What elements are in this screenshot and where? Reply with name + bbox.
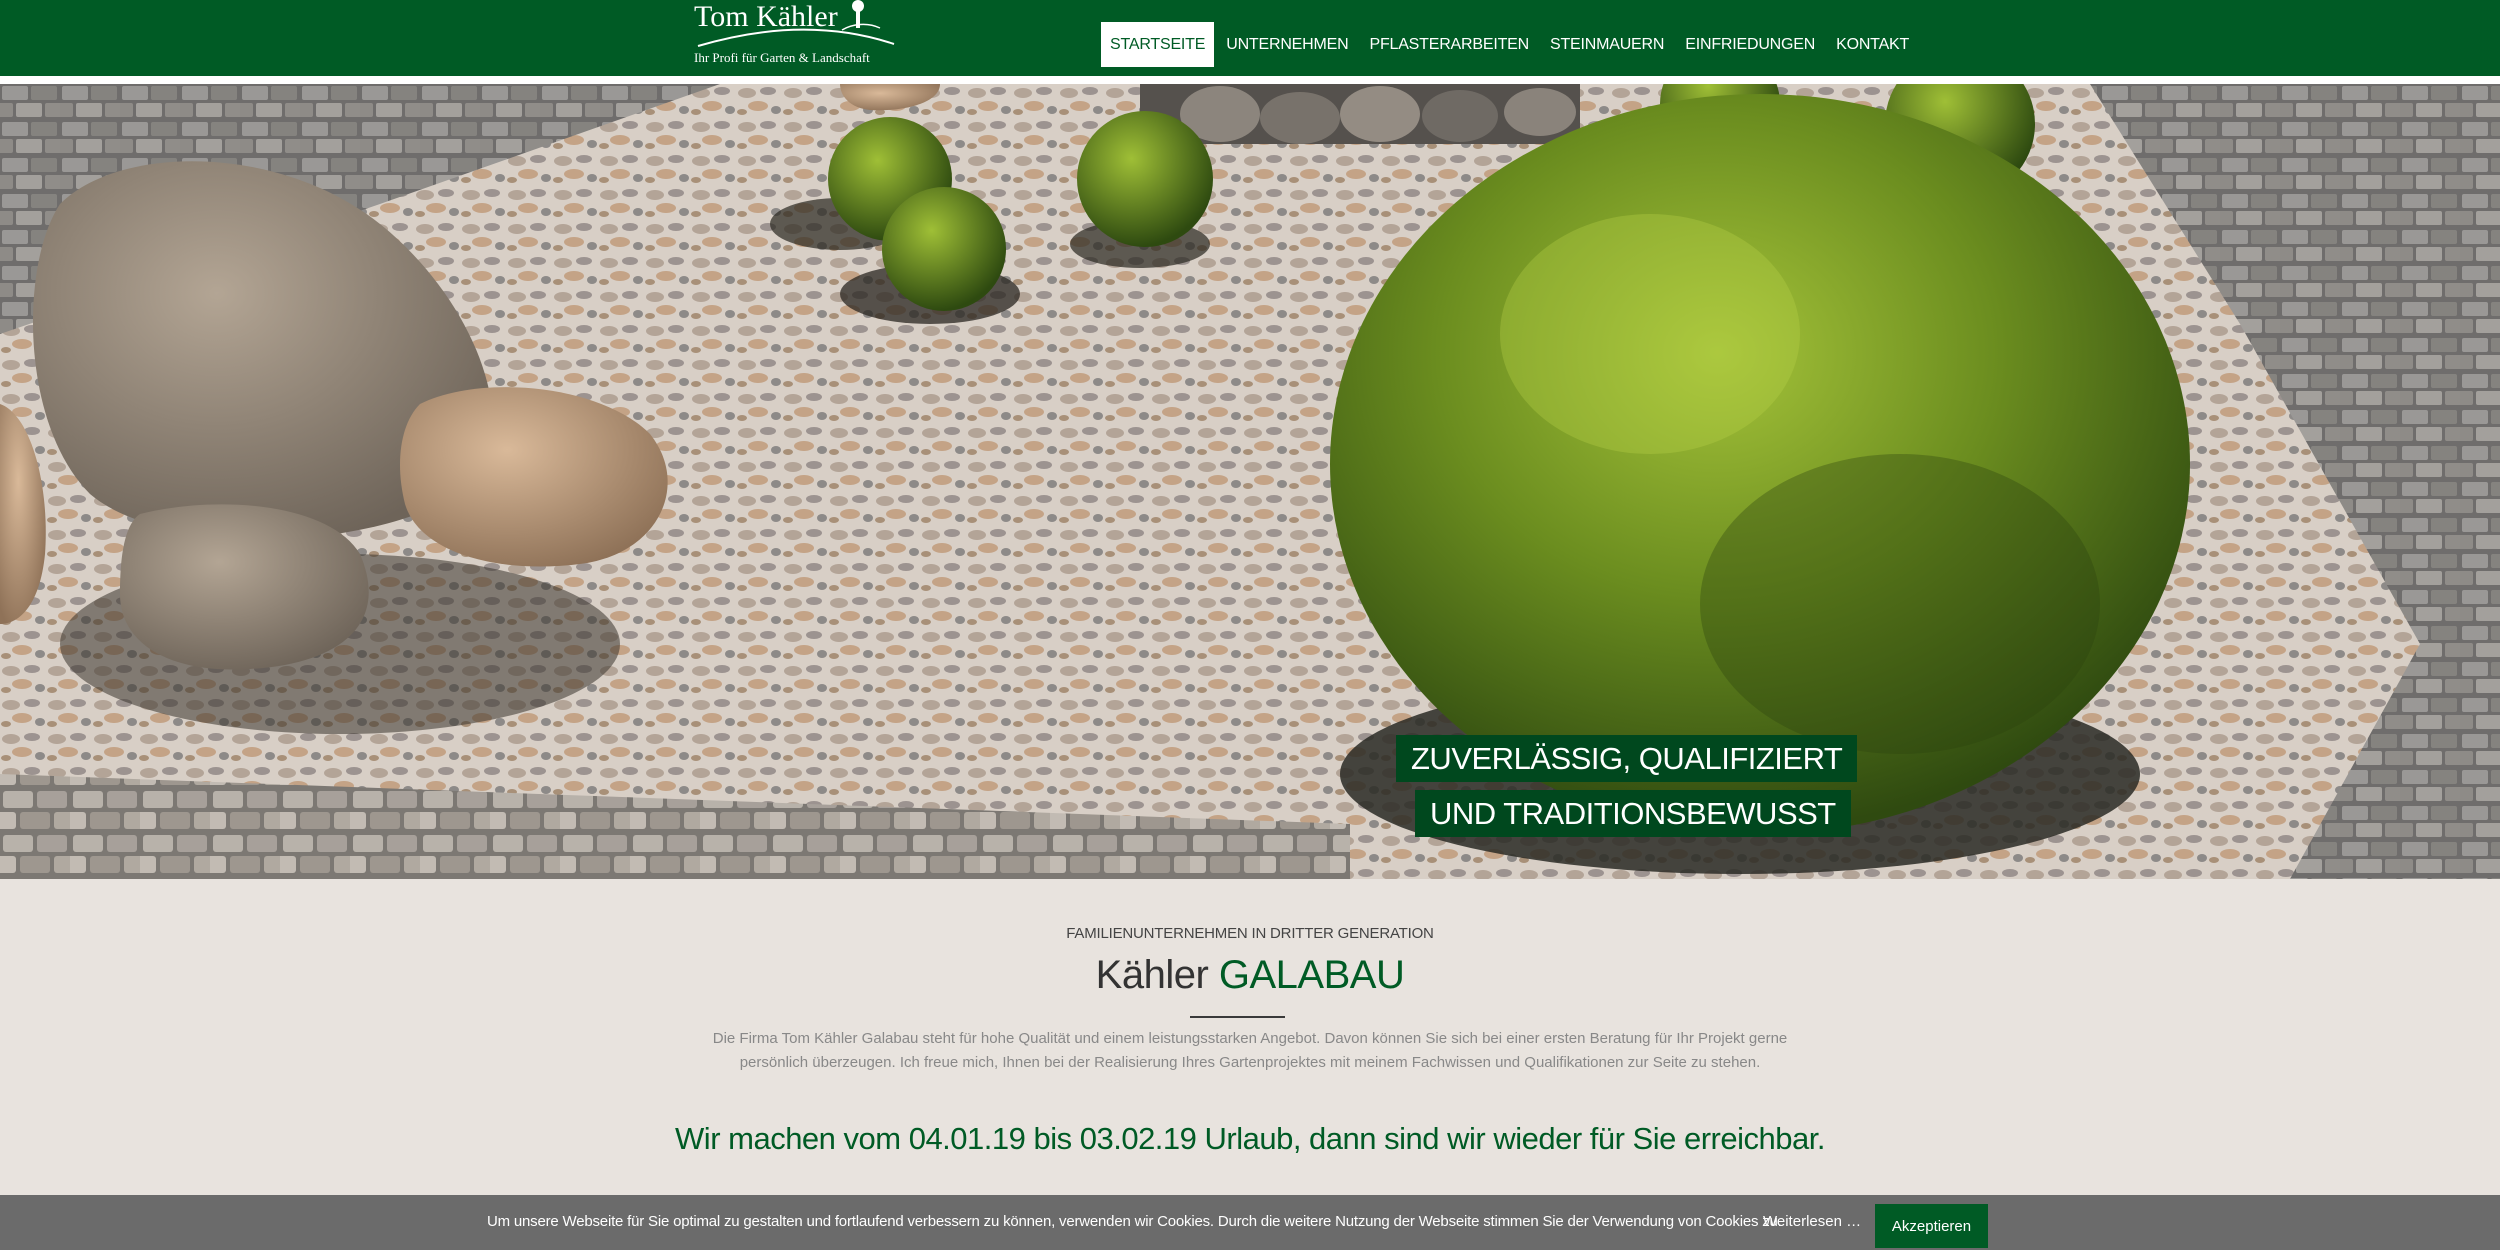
cookie-accept-button[interactable]: Akzeptieren bbox=[1875, 1204, 1988, 1248]
cookie-banner: Um unsere Webseite für Sie optimal zu ge… bbox=[0, 1195, 2500, 1250]
site-header: Tom Kähler Ihr Profi für Garten & Landsc… bbox=[0, 0, 2500, 76]
nav-item-einfriedungen[interactable]: EINFRIEDUNGEN bbox=[1676, 22, 1824, 67]
header-divider bbox=[0, 76, 2500, 84]
intro-section: FAMILIENUNTERNEHMEN IN DRITTER GENERATIO… bbox=[0, 879, 2500, 1195]
nav-item-steinmauern[interactable]: STEINMAUERN bbox=[1541, 22, 1673, 67]
title-plain: Kähler bbox=[1095, 953, 1219, 997]
section-kicker: FAMILIENUNTERNEHMEN IN DRITTER GENERATIO… bbox=[1066, 925, 1434, 942]
hero-caption-line-2: UND TRADITIONSBEWUSST bbox=[1415, 790, 1851, 837]
hero-caption-line-1: ZUVERLÄSSIG, QUALIFIZIERT bbox=[1396, 735, 1858, 782]
nav-item-pflasterarbeiten[interactable]: PFLASTERARBEITEN bbox=[1360, 22, 1538, 67]
hero-garden-image bbox=[0, 84, 2500, 879]
title-accent: GALABAU bbox=[1218, 953, 1405, 997]
cookie-message: Um unsere Webseite für Sie optimal zu ge… bbox=[487, 1213, 1782, 1230]
intro-paragraph: Die Firma Tom Kähler Galabau steht für h… bbox=[712, 1030, 1788, 1071]
nav-item-startseite[interactable]: STARTSEITE bbox=[1101, 22, 1215, 67]
title-underline bbox=[1190, 1016, 1285, 1018]
holiday-notice: Wir machen vom 04.01.19 bis 03.02.19 Url… bbox=[675, 1121, 1825, 1156]
cookie-read-more-link[interactable]: Weiterlesen … bbox=[1763, 1213, 1861, 1230]
section-title: Kähler GALABAU bbox=[0, 953, 2500, 998]
logo-name: Tom Kähler bbox=[694, 0, 838, 33]
logo-tagline: Ihr Profi für Garten & Landschaft bbox=[694, 50, 870, 65]
main-navigation: STARTSEITE UNTERNEHMEN PFLASTERARBEITEN … bbox=[1101, 22, 1921, 67]
hero-banner: ZUVERLÄSSIG, QUALIFIZIERT UND TRADITIONS… bbox=[0, 84, 2500, 879]
nav-item-kontakt[interactable]: KONTAKT bbox=[1827, 22, 1918, 67]
nav-item-unternehmen[interactable]: UNTERNEHMEN bbox=[1217, 22, 1357, 67]
site-logo[interactable]: Tom Kähler Ihr Profi für Garten & Landsc… bbox=[692, 0, 902, 70]
